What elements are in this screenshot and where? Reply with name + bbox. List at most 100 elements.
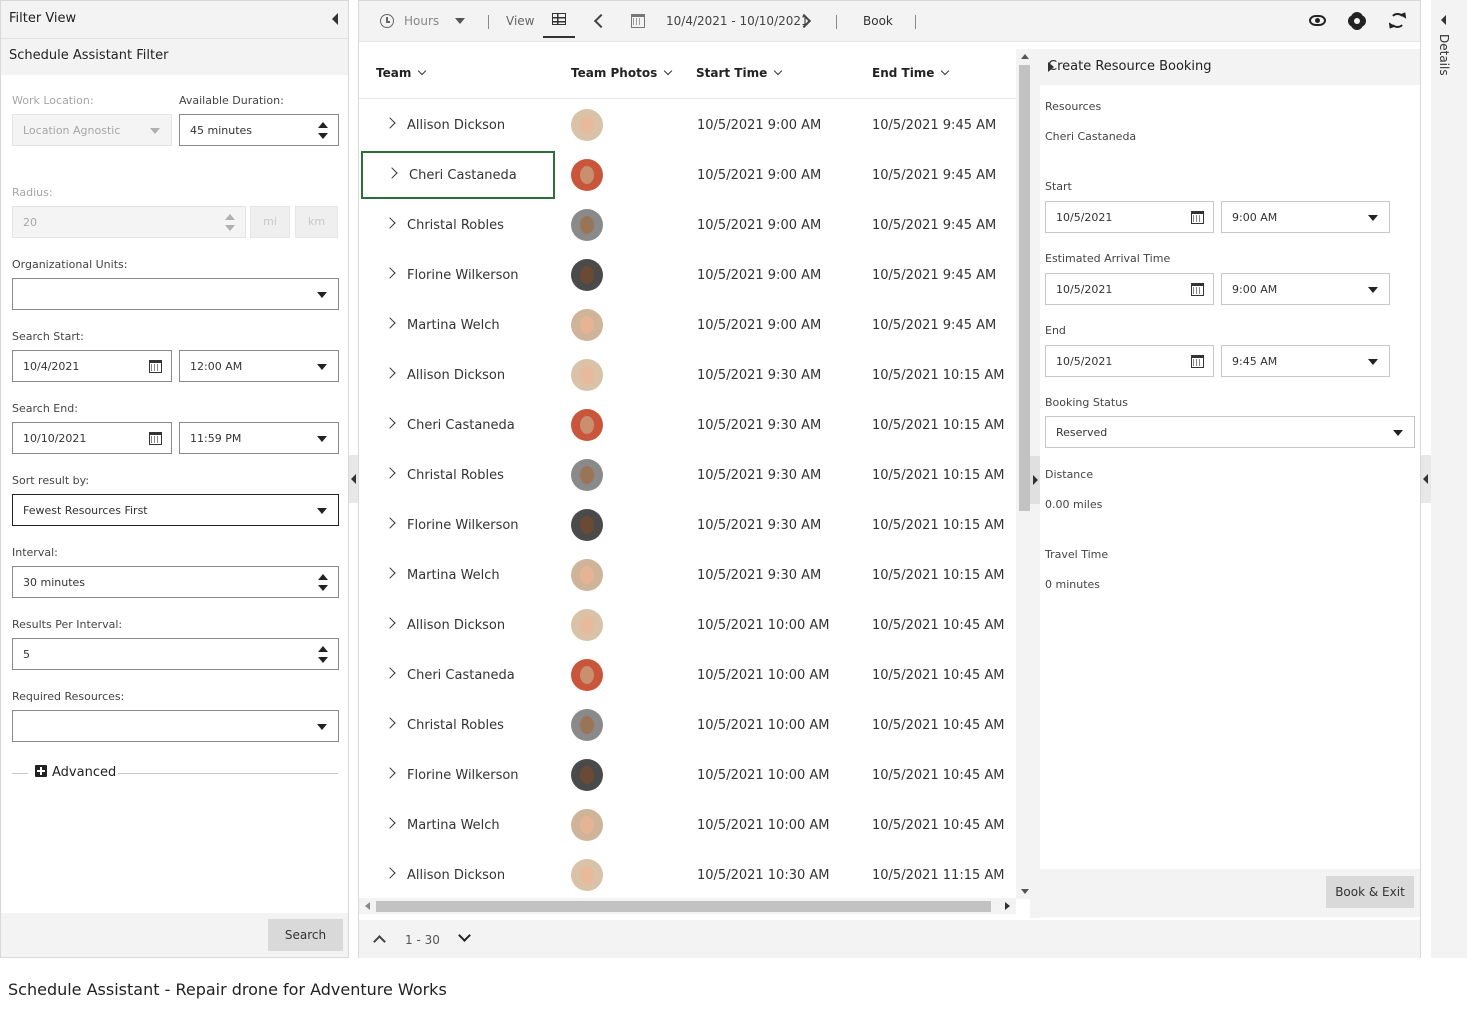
team-name[interactable]: Cheri Castaneda xyxy=(407,668,515,683)
collapse-details-handle[interactable] xyxy=(1421,455,1431,503)
table-row[interactable]: Christal Robles 10/5/2021 9:30 AM 10/5/202… xyxy=(359,449,1016,499)
team-name[interactable]: Christal Robles xyxy=(407,468,504,483)
collapse-booking-handle[interactable] xyxy=(1030,456,1040,504)
chevron-right-icon[interactable] xyxy=(384,267,396,279)
table-row[interactable]: Florine Wilkerson 10/5/2021 9:00 AM 10/5/2… xyxy=(359,249,1016,299)
table-row[interactable]: Florine Wilkerson 10/5/2021 10:00 AM 10/5/… xyxy=(359,749,1016,799)
start-time-select[interactable]: 9:00 AM xyxy=(1221,201,1390,233)
chevron-right-icon[interactable] xyxy=(384,417,396,429)
table-row[interactable]: Christal Robles 10/5/2021 10:00 AM 10/5/20… xyxy=(359,699,1016,749)
table-row[interactable]: Allison Dickson 10/5/2021 9:30 AM 10/5/202… xyxy=(359,349,1016,399)
scroll-thumb[interactable] xyxy=(376,901,991,912)
team-name[interactable]: Cheri Castaneda xyxy=(409,168,517,183)
chevron-right-icon[interactable] xyxy=(384,767,396,779)
clock-icon[interactable] xyxy=(380,14,394,28)
results-per-interval-input[interactable]: 5 xyxy=(12,638,339,670)
chevron-up-icon[interactable] xyxy=(373,935,386,948)
team-name[interactable]: Florine Wilkerson xyxy=(407,268,519,283)
team-name[interactable]: Allison Dickson xyxy=(407,618,505,633)
calendar-icon[interactable] xyxy=(631,14,645,28)
table-row[interactable]: Martina Welch 10/5/2021 9:00 AM 10/5/2021 … xyxy=(359,299,1016,349)
team-name[interactable]: Martina Welch xyxy=(407,318,500,333)
calendar-icon[interactable] xyxy=(149,432,162,445)
search-start-date-input[interactable]: 10/4/2021 xyxy=(12,350,172,382)
scroll-down-icon[interactable] xyxy=(1021,889,1029,894)
details-rail[interactable]: Details xyxy=(1431,0,1467,958)
triangle-left-icon[interactable] xyxy=(1441,15,1446,25)
book-and-exit-button[interactable]: Book & Exit xyxy=(1326,876,1414,908)
search-start-time-select[interactable]: 12:00 AM xyxy=(179,350,339,382)
calendar-icon[interactable] xyxy=(149,360,162,373)
chevron-right-icon[interactable] xyxy=(384,217,396,229)
start-date-input[interactable]: 10/5/2021 xyxy=(1045,201,1214,233)
team-name[interactable]: Allison Dickson xyxy=(407,368,505,383)
team-name[interactable]: Christal Robles xyxy=(407,218,504,233)
calendar-icon[interactable] xyxy=(1191,211,1204,224)
table-row[interactable]: Allison Dickson 10/5/2021 10:30 AM 10/5/20… xyxy=(359,849,1016,899)
book-button[interactable]: Book xyxy=(863,14,893,28)
team-name[interactable]: Allison Dickson xyxy=(407,868,505,883)
calendar-icon[interactable] xyxy=(1191,283,1204,296)
chevron-right-icon[interactable] xyxy=(384,367,396,379)
chevron-right-icon[interactable] xyxy=(384,567,396,579)
gear-icon[interactable] xyxy=(1350,14,1364,28)
team-name[interactable]: Martina Welch xyxy=(407,818,500,833)
team-name[interactable]: Florine Wilkerson xyxy=(407,518,519,533)
search-end-time-select[interactable]: 11:59 PM xyxy=(179,422,339,454)
team-name[interactable]: Cheri Castaneda xyxy=(407,418,515,433)
advanced-toggle[interactable]: Advanced xyxy=(52,765,116,780)
table-row[interactable]: Cheri Castaneda 10/5/2021 9:30 AM 10/5/202… xyxy=(359,399,1016,449)
hours-dropdown[interactable]: Hours xyxy=(404,14,439,28)
chevron-left-icon[interactable] xyxy=(593,13,609,29)
chevron-right-icon[interactable] xyxy=(384,717,396,729)
plus-square-icon[interactable] xyxy=(35,765,47,777)
column-header-end-time[interactable]: End Time xyxy=(872,66,950,80)
table-row[interactable]: Martina Welch 10/5/2021 10:00 AM 10/5/2021… xyxy=(359,799,1016,849)
chevron-right-icon[interactable] xyxy=(384,317,396,329)
collapse-left-icon[interactable] xyxy=(332,13,338,25)
scroll-left-icon[interactable] xyxy=(365,902,370,910)
table-row[interactable]: Cheri Castaneda 10/5/2021 10:00 AM 10/5/20… xyxy=(359,649,1016,699)
table-row[interactable]: Cheri Castaneda 10/5/2021 9:00 AM 10/5/202… xyxy=(359,149,1016,199)
end-time-select[interactable]: 9:45 AM xyxy=(1221,345,1390,377)
required-resources-select[interactable] xyxy=(12,710,339,742)
chevron-down-icon[interactable] xyxy=(455,18,465,24)
chevron-right-icon[interactable] xyxy=(384,467,396,479)
chevron-right-icon[interactable] xyxy=(384,117,396,129)
column-header-team[interactable]: Team xyxy=(376,66,427,80)
stepper-icon[interactable] xyxy=(318,646,328,664)
team-name[interactable]: Martina Welch xyxy=(407,568,500,583)
grid-view-icon[interactable] xyxy=(552,13,566,25)
scroll-up-icon[interactable] xyxy=(1021,54,1029,59)
table-row[interactable]: Martina Welch 10/5/2021 9:30 AM 10/5/2021 … xyxy=(359,549,1016,599)
chevron-right-icon[interactable] xyxy=(384,667,396,679)
stepper-icon[interactable] xyxy=(318,122,328,140)
chevron-down-icon[interactable] xyxy=(458,929,471,942)
org-units-select[interactable] xyxy=(12,278,339,310)
scroll-thumb[interactable] xyxy=(1019,65,1030,511)
table-row[interactable]: Florine Wilkerson 10/5/2021 9:30 AM 10/5/2… xyxy=(359,499,1016,549)
stepper-icon[interactable] xyxy=(318,574,328,592)
refresh-icon[interactable] xyxy=(1390,13,1405,28)
search-end-date-input[interactable]: 10/10/2021 xyxy=(12,422,172,454)
scroll-right-icon[interactable] xyxy=(1005,902,1010,910)
table-row[interactable]: Christal Robles 10/5/2021 9:00 AM 10/5/202… xyxy=(359,199,1016,249)
table-row[interactable]: Allison Dickson 10/5/2021 9:00 AM 10/5/202… xyxy=(359,99,1016,149)
table-row[interactable]: Allison Dickson 10/5/2021 10:00 AM 10/5/20… xyxy=(359,599,1016,649)
column-header-start-time[interactable]: Start Time xyxy=(696,66,783,80)
details-label[interactable]: Details xyxy=(1437,34,1451,76)
horizontal-scrollbar[interactable] xyxy=(359,898,1016,914)
arrival-time-select[interactable]: 9:00 AM xyxy=(1221,273,1390,305)
triangle-right-icon[interactable] xyxy=(1048,62,1054,72)
team-name[interactable]: Christal Robles xyxy=(407,718,504,733)
team-name[interactable]: Allison Dickson xyxy=(407,118,505,133)
date-range[interactable]: 10/4/2021 - 10/10/2021 xyxy=(666,14,809,28)
search-button[interactable]: Search xyxy=(268,919,343,951)
chevron-right-icon[interactable] xyxy=(384,617,396,629)
eye-icon[interactable] xyxy=(1309,15,1326,26)
team-name[interactable]: Florine Wilkerson xyxy=(407,768,519,783)
end-date-input[interactable]: 10/5/2021 xyxy=(1045,345,1214,377)
calendar-icon[interactable] xyxy=(1191,355,1204,368)
interval-input[interactable]: 30 minutes xyxy=(12,566,339,598)
chevron-right-icon[interactable] xyxy=(384,817,396,829)
